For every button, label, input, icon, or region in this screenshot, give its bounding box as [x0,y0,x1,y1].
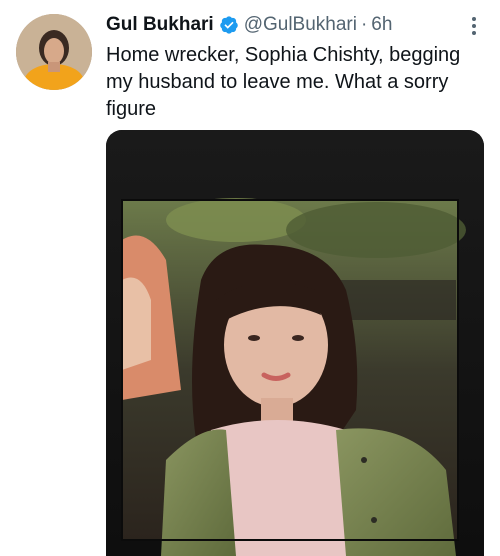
tweet: Gul Bukhari @GulBukhari · 6h Home wrecke… [0,0,500,556]
user-handle[interactable]: @GulBukhari [244,14,357,36]
more-options-icon[interactable] [462,14,486,38]
separator-dot: · [360,14,368,35]
avatar[interactable] [16,14,92,90]
tweet-photo[interactable] [106,130,484,556]
tweet-timestamp[interactable]: 6h [371,14,392,36]
tweet-text: Home wrecker, Sophia Chishty, begging my… [106,44,461,120]
display-name[interactable]: Gul Bukhari [106,14,214,36]
verified-badge-icon [219,15,239,35]
tweet-header: Gul Bukhari @GulBukhari · 6h [106,12,486,38]
